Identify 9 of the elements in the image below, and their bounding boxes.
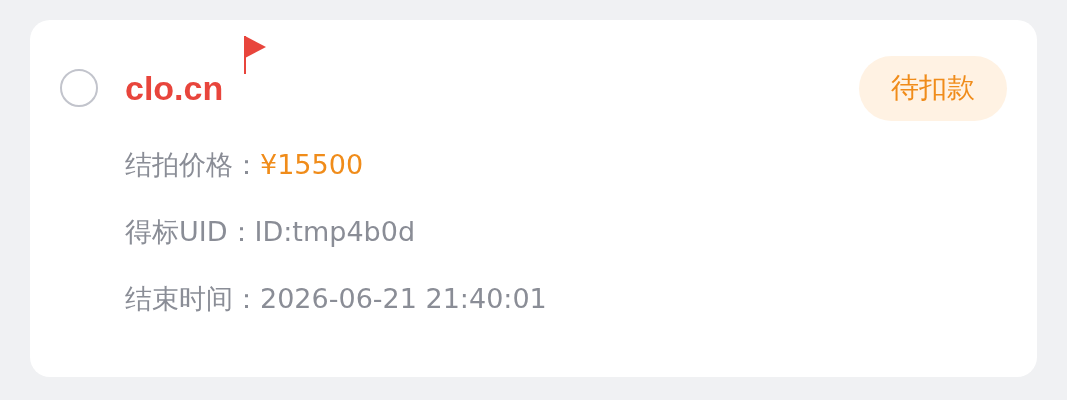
field-label: 结拍价格：	[125, 150, 260, 178]
status-badge: 待扣款	[859, 56, 1007, 121]
field-label: 得标UID：	[125, 217, 255, 245]
field-value: 2026-06-21 21:40:01	[260, 284, 547, 312]
field-value: ID:tmp4b0d	[254, 217, 416, 245]
domain-name: clo.cn	[125, 71, 224, 106]
field-label: 结束时间：	[125, 284, 260, 312]
price-value: ¥15500	[260, 150, 364, 178]
radio-button[interactable]	[60, 69, 98, 108]
